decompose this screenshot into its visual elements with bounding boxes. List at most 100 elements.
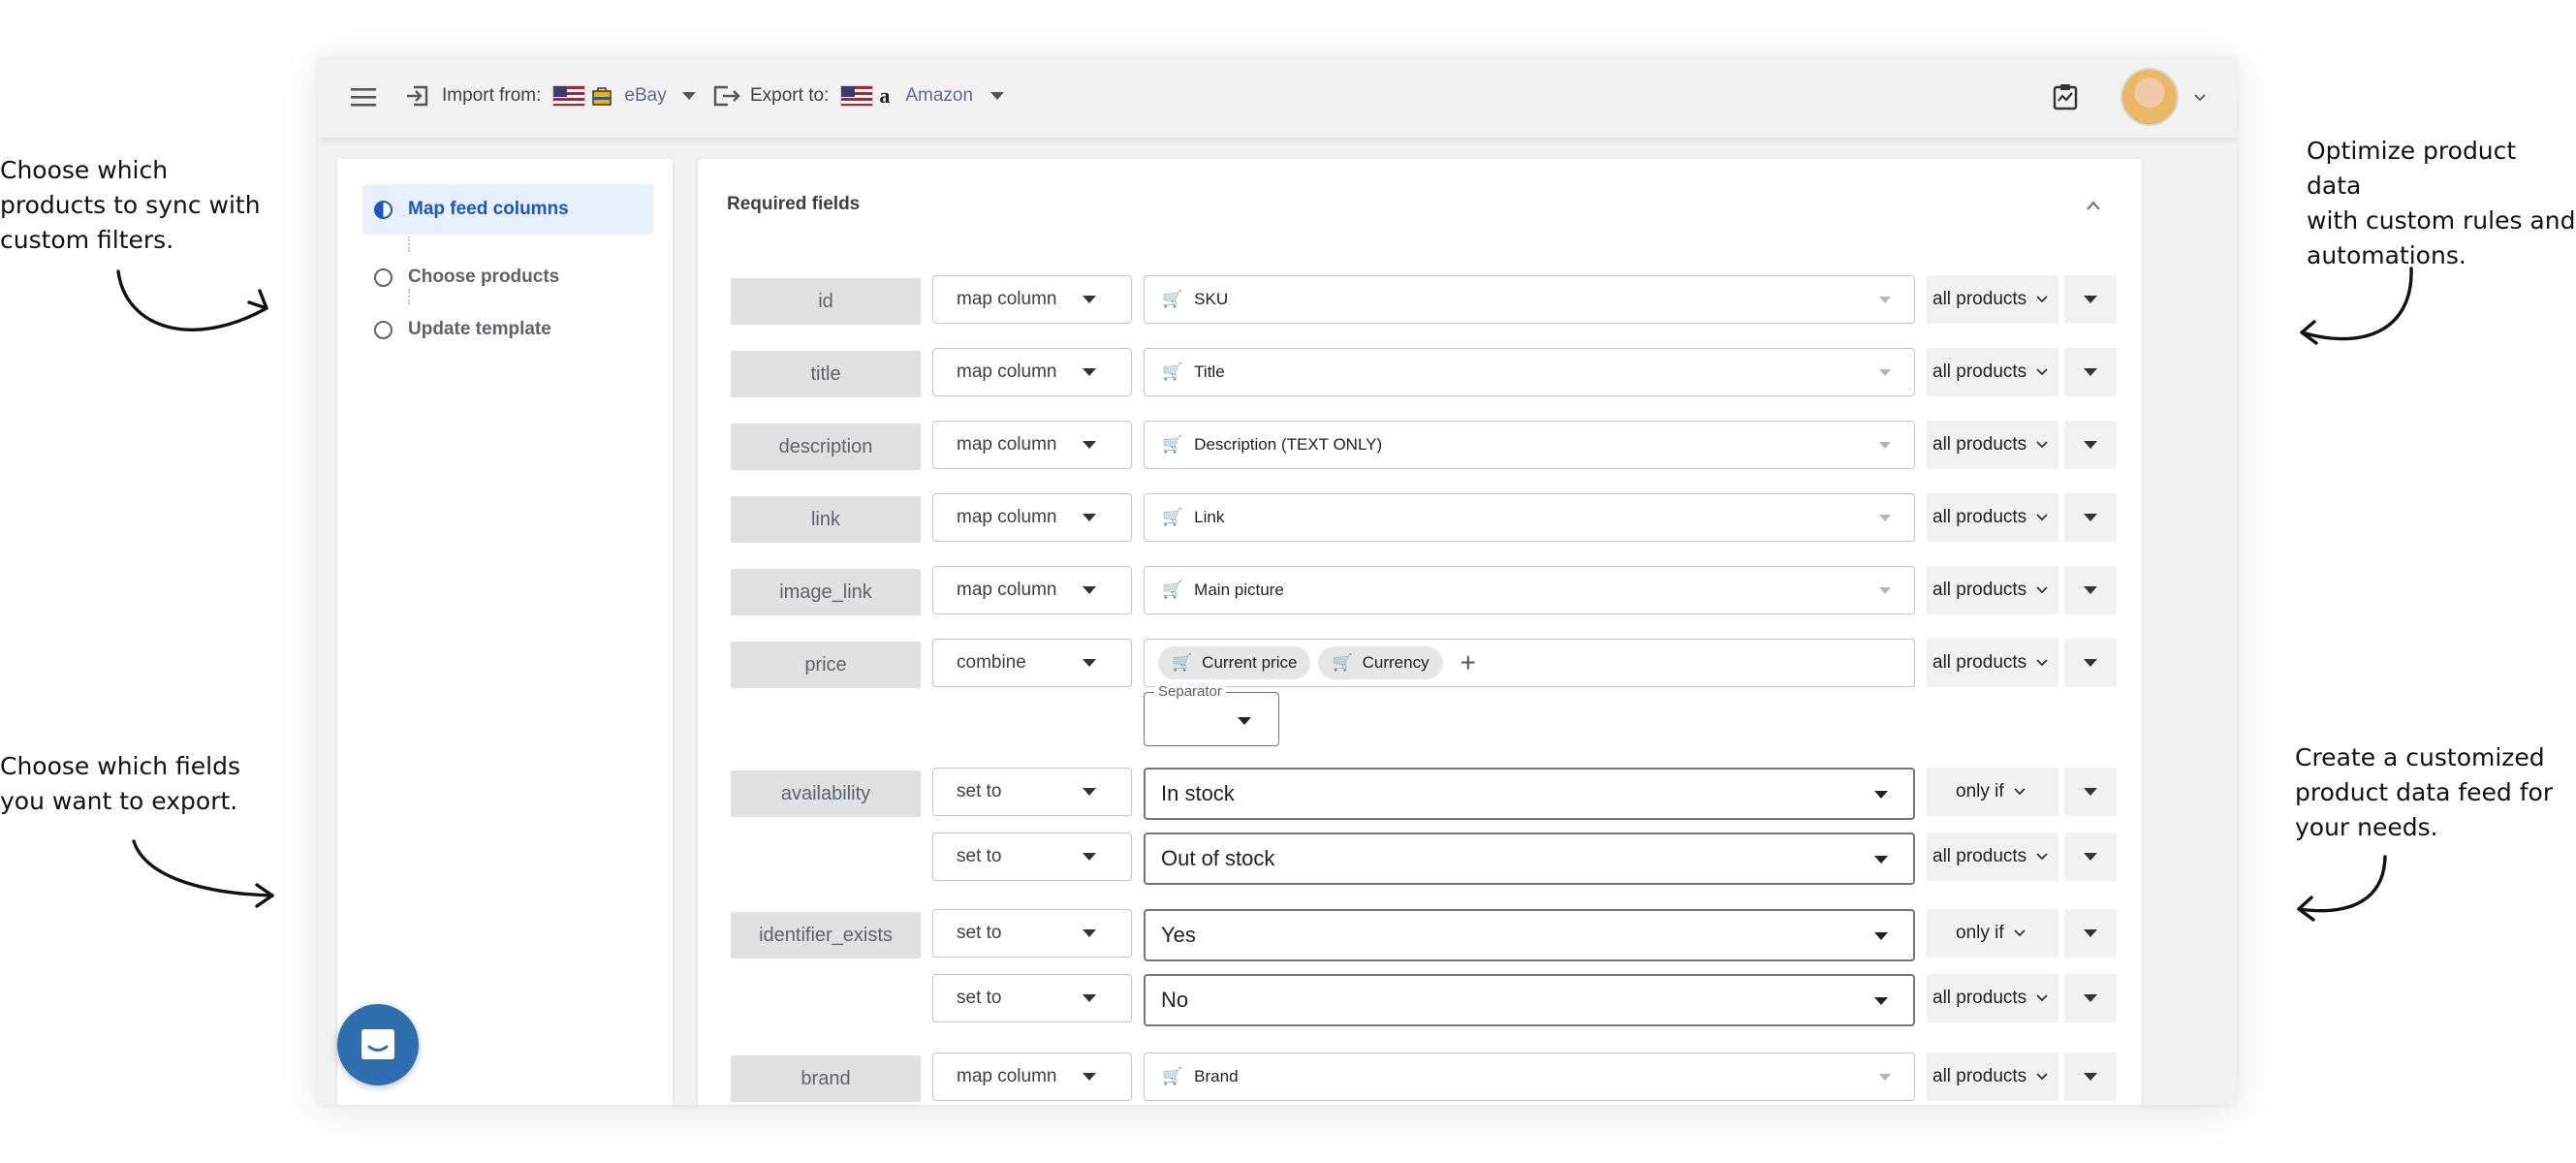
row-menu-button[interactable] bbox=[2064, 275, 2117, 324]
user-avatar[interactable] bbox=[2120, 68, 2179, 126]
mode-value: set to bbox=[957, 846, 1002, 866]
value-select[interactable]: Out of stock bbox=[1144, 833, 1915, 885]
source-value: Main picture bbox=[1194, 581, 1284, 599]
step-progress-icon bbox=[374, 200, 393, 219]
scope-value: only if bbox=[1956, 781, 2004, 802]
mode-select[interactable]: set to bbox=[932, 833, 1132, 881]
value-select[interactable]: Yes bbox=[1144, 909, 1915, 961]
step-update-template[interactable]: Update template bbox=[362, 304, 653, 355]
scope-value: all products bbox=[1932, 434, 2027, 455]
scope-select[interactable]: only if bbox=[1927, 909, 2058, 958]
value-select[interactable]: No bbox=[1144, 974, 1915, 1026]
mode-select[interactable]: map column bbox=[932, 493, 1132, 542]
caret-down-icon bbox=[1083, 929, 1096, 937]
account-chevron-down-icon[interactable] bbox=[2193, 93, 2207, 103]
export-selector[interactable]: Export to: a Amazon bbox=[713, 83, 1005, 109]
source-column-select[interactable]: 🛒 Main picture bbox=[1144, 566, 1915, 614]
row-menu-button[interactable] bbox=[2064, 974, 2117, 1022]
mode-value: map column bbox=[957, 361, 1057, 382]
row-menu-button[interactable] bbox=[2064, 493, 2117, 542]
caret-down-icon bbox=[2084, 514, 2097, 521]
row-menu-button[interactable] bbox=[2064, 909, 2117, 958]
top-bar: Import from: eBay Export to: a Amazon bbox=[318, 56, 2237, 138]
caret-down-icon bbox=[2084, 994, 2097, 1002]
scope-select[interactable]: all products bbox=[1927, 833, 2058, 881]
ebay-logo-icon bbox=[592, 87, 613, 106]
export-target: Amazon bbox=[905, 85, 974, 106]
source-value: SKU bbox=[1194, 290, 1229, 308]
row-menu-button[interactable] bbox=[2064, 639, 2117, 687]
row-menu-button[interactable] bbox=[2064, 833, 2117, 881]
scope-select[interactable]: all products bbox=[1927, 974, 2058, 1022]
chevron-up-icon[interactable] bbox=[2086, 198, 2101, 213]
caret-down-icon bbox=[1083, 441, 1096, 449]
chip-current-price[interactable]: 🛒 Current price bbox=[1158, 646, 1311, 679]
step-connector bbox=[408, 289, 410, 304]
step-connector bbox=[408, 236, 410, 252]
scope-select[interactable]: all products bbox=[1927, 348, 2058, 396]
add-chip-plus-icon[interactable]: + bbox=[1461, 649, 1476, 676]
hamburger-menu-icon[interactable] bbox=[351, 87, 376, 107]
mapping-subrow-availability: set to Out of stock all products bbox=[698, 833, 2142, 885]
scope-select[interactable]: all products bbox=[1927, 639, 2058, 687]
mode-select[interactable]: map column bbox=[932, 348, 1132, 396]
scope-value: all products bbox=[1932, 361, 2027, 382]
scope-select[interactable]: all products bbox=[1927, 1053, 2058, 1101]
row-menu-button[interactable] bbox=[2064, 768, 2117, 816]
mode-select[interactable]: set to bbox=[932, 768, 1132, 816]
source-column-select[interactable]: 🛒 Description (TEXT ONLY) bbox=[1144, 421, 1915, 469]
source-column-select[interactable]: 🛒 Link bbox=[1144, 493, 1915, 542]
mode-select[interactable]: map column bbox=[932, 566, 1132, 614]
caret-down-icon bbox=[1083, 296, 1096, 303]
mode-value: set to bbox=[957, 781, 1002, 802]
value-select[interactable]: In stock bbox=[1144, 768, 1915, 820]
mode-select[interactable]: combine bbox=[932, 639, 1132, 687]
mode-select[interactable]: set to bbox=[932, 909, 1132, 958]
caret-down-icon bbox=[1083, 586, 1096, 594]
scope-value: all products bbox=[1932, 580, 2027, 600]
scope-select[interactable]: all products bbox=[1927, 421, 2058, 469]
row-menu-button[interactable] bbox=[2064, 348, 2117, 396]
mode-select[interactable]: map column bbox=[932, 275, 1132, 324]
cart-icon: 🛒 bbox=[1162, 1067, 1183, 1085]
chat-bubble-icon[interactable] bbox=[337, 1004, 419, 1085]
row-menu-button[interactable] bbox=[2064, 1053, 2117, 1101]
chevron-down-icon bbox=[2014, 788, 2026, 796]
mapping-row-link: link map column 🛒 Link all products bbox=[698, 493, 2142, 546]
caret-down-icon bbox=[1879, 1074, 1891, 1081]
mode-select[interactable]: set to bbox=[932, 974, 1132, 1022]
chip-currency[interactable]: 🛒 Currency bbox=[1318, 646, 1443, 679]
chip-label: Current price bbox=[1202, 653, 1298, 672]
combine-chips-field[interactable]: 🛒 Current price 🛒 Currency + bbox=[1144, 639, 1915, 687]
source-column-select[interactable]: 🛒 SKU bbox=[1144, 275, 1915, 324]
scope-select[interactable]: all products bbox=[1927, 275, 2058, 324]
app-window: Import from: eBay Export to: a Amazon Ma… bbox=[318, 56, 2237, 1105]
value-text: Out of stock bbox=[1161, 846, 1275, 870]
panel-title: Required fields bbox=[727, 194, 861, 214]
scope-value: all products bbox=[1932, 652, 2027, 673]
row-menu-button[interactable] bbox=[2064, 421, 2117, 469]
mode-value: map column bbox=[957, 289, 1057, 309]
mode-select[interactable]: map column bbox=[932, 421, 1132, 469]
caret-down-icon bbox=[1874, 932, 1888, 940]
import-selector[interactable]: Import from: eBay bbox=[405, 83, 696, 109]
field-name: brand bbox=[731, 1055, 921, 1102]
caret-down-icon bbox=[2084, 296, 2097, 303]
scope-select[interactable]: all products bbox=[1927, 566, 2058, 614]
scope-select[interactable]: all products bbox=[1927, 493, 2058, 542]
step-map-feed-columns[interactable]: Map feed columns bbox=[362, 184, 653, 235]
mode-select[interactable]: map column bbox=[932, 1053, 1132, 1101]
value-text: No bbox=[1161, 988, 1189, 1012]
field-name: description bbox=[731, 424, 921, 470]
cart-icon: 🛒 bbox=[1162, 435, 1183, 454]
separator-select[interactable]: Separator bbox=[1144, 683, 1279, 746]
mapping-row-id: id map column 🛒 SKU all products bbox=[698, 275, 2142, 328]
clipboard-chart-icon[interactable] bbox=[2053, 83, 2078, 110]
caret-down-icon bbox=[1083, 788, 1096, 796]
source-column-select[interactable]: 🛒 Title bbox=[1144, 348, 1915, 396]
row-menu-button[interactable] bbox=[2064, 566, 2117, 614]
chevron-down-icon bbox=[2036, 1073, 2048, 1081]
scope-select[interactable]: only if bbox=[1927, 768, 2058, 816]
source-column-select[interactable]: 🛒 Brand bbox=[1144, 1053, 1915, 1101]
step-choose-products[interactable]: Choose products bbox=[362, 252, 653, 302]
